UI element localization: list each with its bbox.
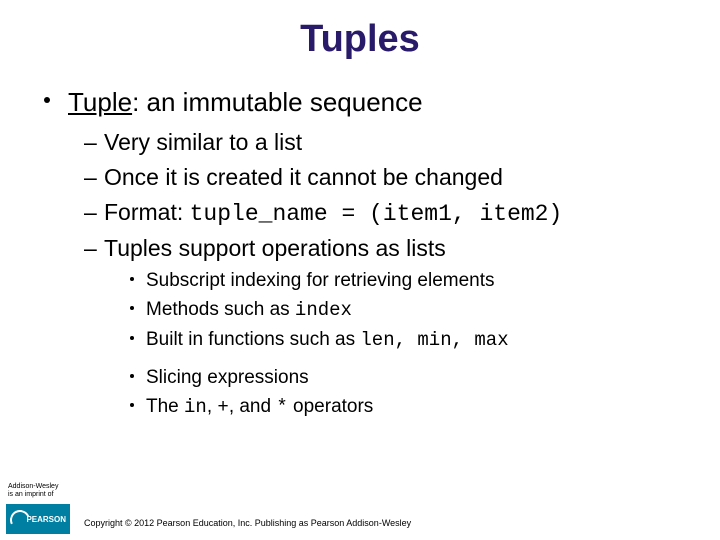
- imprint-text: Addison-Wesley is an imprint of: [8, 483, 66, 498]
- op-code-lenminmax: len, min, max: [360, 329, 508, 351]
- op-slicing: Slicing expressions: [130, 366, 686, 390]
- op-builtins: Built in functions such as len, min, max: [130, 328, 686, 353]
- op-code-index: index: [295, 299, 352, 321]
- op-code-in: in: [184, 396, 207, 418]
- bullet-tuple-definition: Tuple: an immutable sequence: [50, 87, 686, 118]
- op-sep: , and: [229, 396, 277, 417]
- op-prefix: Built in functions such as: [146, 329, 360, 350]
- term-tuple: Tuple: [68, 87, 132, 117]
- sub-similar-to-list: – Very similar to a list: [84, 128, 686, 157]
- slide: Tuples Tuple: an immutable sequence – Ve…: [0, 0, 720, 540]
- op-suffix: operators: [288, 396, 374, 417]
- dash-icon: –: [84, 163, 97, 192]
- copyright-text: Copyright © 2012 Pearson Education, Inc.…: [84, 518, 411, 528]
- format-code: tuple_name = (item1, item2): [190, 201, 563, 227]
- sub-operations: – Tuples support operations as lists: [84, 234, 686, 263]
- logo-text: PEARSON: [26, 515, 66, 524]
- dash-icon: –: [84, 198, 97, 227]
- op-operators: The in, +, and * operators: [130, 395, 686, 420]
- slide-body: Tuple: an immutable sequence – Very simi…: [0, 87, 720, 420]
- dash-icon: –: [84, 128, 97, 157]
- op-methods: Methods such as index: [130, 298, 686, 323]
- bullet-dot-icon: [130, 403, 134, 407]
- op-text: Subscript indexing for retrieving elemen…: [146, 270, 495, 291]
- op-code-plus: +: [217, 396, 228, 418]
- op-sep: ,: [207, 396, 218, 417]
- imprint-line2: is an imprint of: [8, 491, 66, 498]
- op-prefix: Methods such as: [146, 299, 295, 320]
- sub-text: Once it is created it cannot be changed: [104, 164, 503, 190]
- bullet-dot-icon: [130, 374, 134, 378]
- sub-text: Tuples support operations as lists: [104, 235, 446, 261]
- bullet-dot-icon: [130, 277, 134, 281]
- op-code-star: *: [276, 396, 287, 418]
- imprint-line1: Addison-Wesley: [8, 483, 66, 490]
- bullet-dot-icon: [130, 336, 134, 340]
- op-prefix: The: [146, 396, 184, 417]
- logo-swoosh-icon: [7, 507, 33, 533]
- slide-title: Tuples: [0, 0, 720, 69]
- sub-format: – Format: tuple_name = (item1, item2): [84, 198, 686, 229]
- sub-cannot-change: – Once it is created it cannot be change…: [84, 163, 686, 192]
- bullet-dot-icon: [130, 306, 134, 310]
- format-label: Format:: [104, 199, 190, 225]
- spacer: [50, 357, 686, 361]
- op-subscript: Subscript indexing for retrieving elemen…: [130, 269, 686, 293]
- definition-text: : an immutable sequence: [132, 87, 423, 117]
- dash-icon: –: [84, 234, 97, 263]
- sub-text: Very similar to a list: [104, 129, 302, 155]
- pearson-logo: PEARSON: [6, 504, 70, 534]
- op-text: Slicing expressions: [146, 367, 309, 388]
- bullet-dot-icon: [44, 97, 50, 103]
